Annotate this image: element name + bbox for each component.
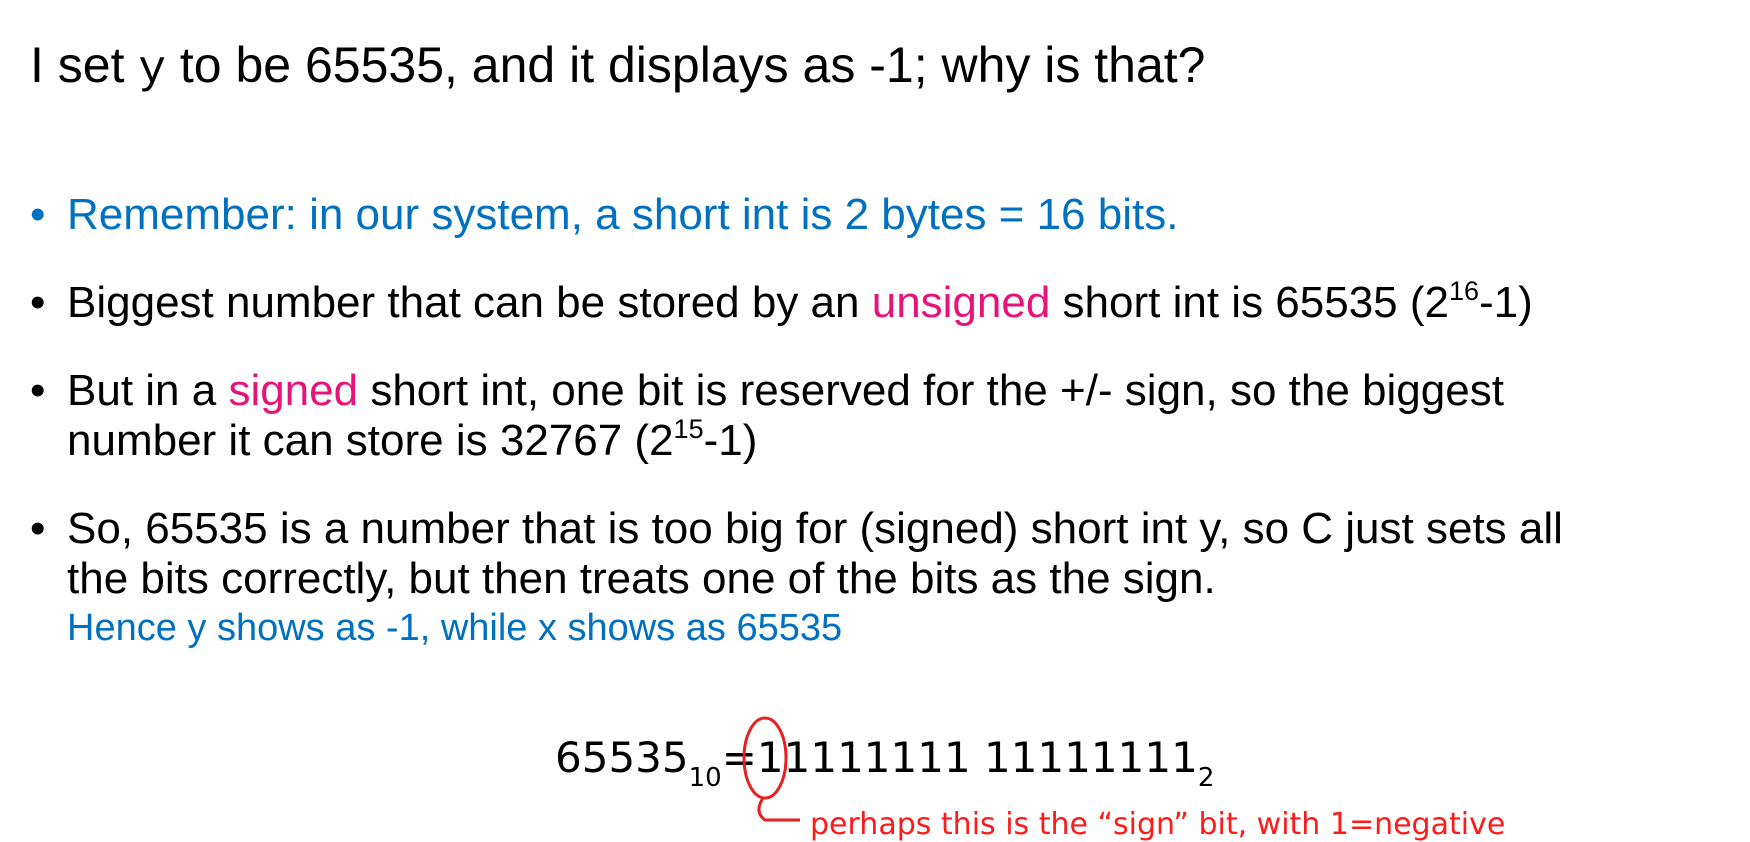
annotation-pointer-line (757, 797, 800, 822)
annotation-marks (742, 716, 800, 822)
sign-bit-annotation: perhaps this is the “sign” bit, with 1=n… (810, 807, 1506, 842)
sign-bit-circle (742, 716, 788, 800)
